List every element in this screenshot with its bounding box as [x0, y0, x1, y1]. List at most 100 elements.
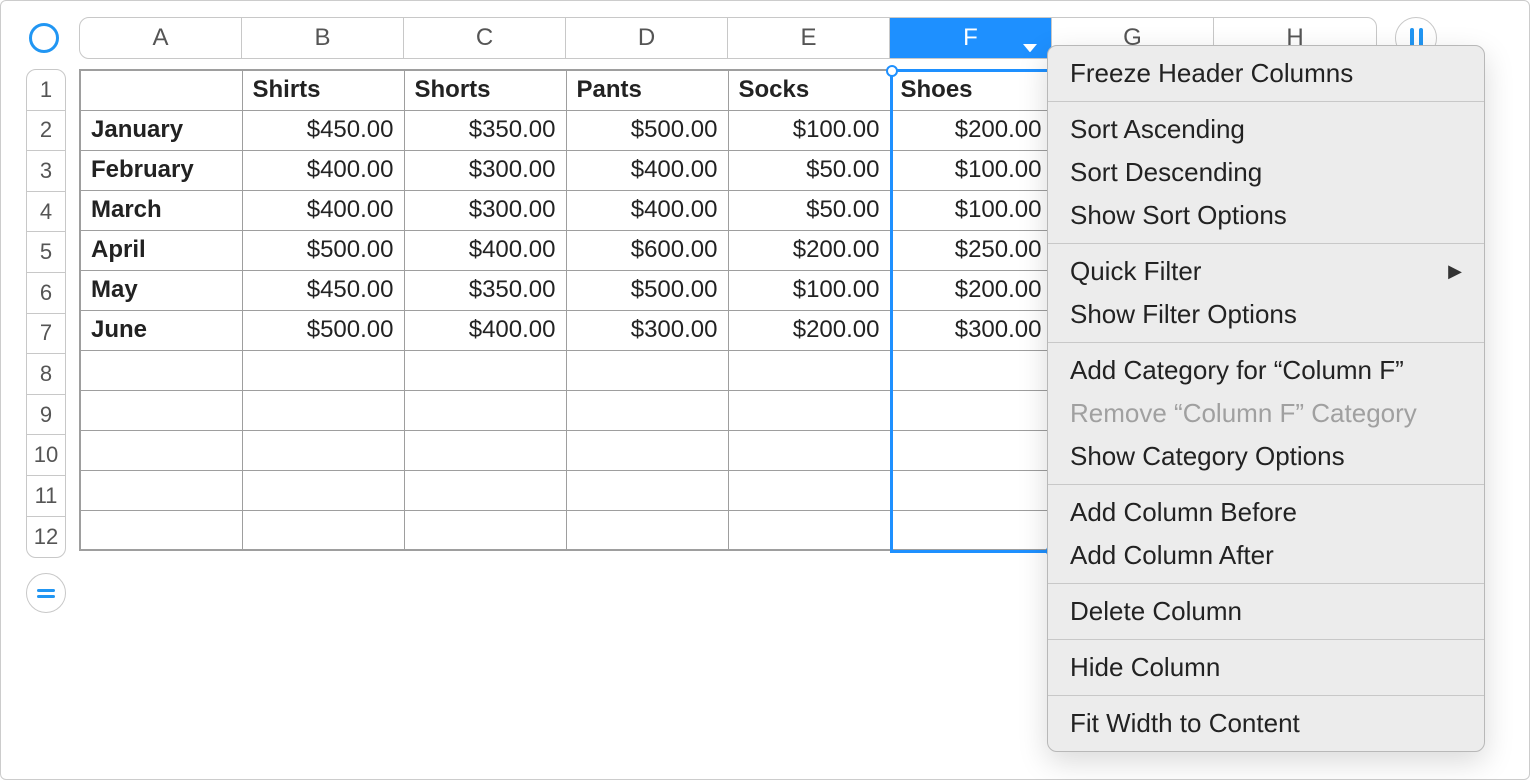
column-header-b[interactable]: B	[242, 18, 404, 58]
row-header-2[interactable]: 2	[27, 111, 65, 152]
data-cell[interactable]: $500.00	[566, 110, 728, 150]
header-cell[interactable]: Shirts	[242, 70, 404, 110]
row-header-1[interactable]: 1	[27, 70, 65, 111]
row-header-6[interactable]: 6	[27, 273, 65, 314]
data-cell[interactable]	[890, 470, 1052, 510]
data-cell[interactable]: $50.00	[728, 190, 890, 230]
header-cell[interactable]: Shoes	[890, 70, 1052, 110]
data-cell[interactable]	[404, 350, 566, 390]
data-cell[interactable]: $100.00	[728, 270, 890, 310]
data-cell[interactable]	[728, 470, 890, 510]
row-header-7[interactable]: 7	[27, 314, 65, 355]
data-cell[interactable]	[566, 470, 728, 510]
menu-hide-column[interactable]: Hide Column	[1048, 646, 1484, 689]
data-cell[interactable]	[404, 510, 566, 550]
data-cell[interactable]	[404, 470, 566, 510]
data-cell[interactable]: $500.00	[242, 230, 404, 270]
menu-show-sort-options[interactable]: Show Sort Options	[1048, 194, 1484, 237]
row-label-cell[interactable]: April	[80, 230, 242, 270]
row-label-cell[interactable]: June	[80, 310, 242, 350]
data-cell[interactable]	[404, 430, 566, 470]
add-row-handle[interactable]	[26, 573, 66, 613]
column-header-d[interactable]: D	[566, 18, 728, 58]
column-header-e[interactable]: E	[728, 18, 890, 58]
data-cell[interactable]	[890, 430, 1052, 470]
row-header-9[interactable]: 9	[27, 395, 65, 436]
data-cell[interactable]	[728, 430, 890, 470]
row-header-4[interactable]: 4	[27, 192, 65, 233]
data-cell[interactable]	[242, 430, 404, 470]
data-cell[interactable]: $300.00	[890, 310, 1052, 350]
data-cell[interactable]	[242, 390, 404, 430]
row-label-cell[interactable]	[80, 510, 242, 550]
row-label-cell[interactable]: May	[80, 270, 242, 310]
data-cell[interactable]: $400.00	[404, 310, 566, 350]
data-cell[interactable]: $400.00	[404, 230, 566, 270]
menu-quick-filter[interactable]: Quick Filter ▶	[1048, 250, 1484, 293]
menu-show-filter-options[interactable]: Show Filter Options	[1048, 293, 1484, 336]
data-cell[interactable]: $450.00	[242, 270, 404, 310]
column-header-f[interactable]: F	[890, 18, 1052, 58]
select-all-handle[interactable]	[29, 23, 59, 53]
header-cell[interactable]	[80, 70, 242, 110]
row-header-3[interactable]: 3	[27, 151, 65, 192]
menu-sort-ascending[interactable]: Sort Ascending	[1048, 108, 1484, 151]
data-cell[interactable]: $100.00	[890, 190, 1052, 230]
data-cell[interactable]: $300.00	[404, 190, 566, 230]
data-cell[interactable]	[566, 430, 728, 470]
row-label-cell[interactable]	[80, 350, 242, 390]
data-cell[interactable]	[728, 510, 890, 550]
data-cell[interactable]	[242, 350, 404, 390]
menu-add-column-before[interactable]: Add Column Before	[1048, 491, 1484, 534]
data-cell[interactable]: $100.00	[728, 110, 890, 150]
row-header-8[interactable]: 8	[27, 354, 65, 395]
chevron-down-icon[interactable]	[1023, 31, 1037, 45]
data-cell[interactable]: $450.00	[242, 110, 404, 150]
data-cell[interactable]: $300.00	[566, 310, 728, 350]
row-header-5[interactable]: 5	[27, 232, 65, 273]
data-cell[interactable]	[566, 390, 728, 430]
data-cell[interactable]: $250.00	[890, 230, 1052, 270]
menu-add-column-after[interactable]: Add Column After	[1048, 534, 1484, 577]
data-cell[interactable]: $50.00	[728, 150, 890, 190]
data-cell[interactable]	[566, 510, 728, 550]
data-cell[interactable]	[566, 350, 728, 390]
data-cell[interactable]: $400.00	[242, 190, 404, 230]
data-cell[interactable]	[890, 510, 1052, 550]
header-cell[interactable]: Shorts	[404, 70, 566, 110]
data-cell[interactable]	[890, 350, 1052, 390]
data-cell[interactable]	[242, 470, 404, 510]
data-cell[interactable]: $200.00	[728, 310, 890, 350]
data-cell[interactable]: $200.00	[890, 270, 1052, 310]
data-cell[interactable]: $200.00	[890, 110, 1052, 150]
row-label-cell[interactable]: February	[80, 150, 242, 190]
data-cell[interactable]: $400.00	[566, 190, 728, 230]
row-header-12[interactable]: 12	[27, 517, 65, 558]
row-header-10[interactable]: 10	[27, 435, 65, 476]
data-cell[interactable]	[728, 390, 890, 430]
data-cell[interactable]: $350.00	[404, 270, 566, 310]
data-cell[interactable]: $500.00	[566, 270, 728, 310]
data-cell[interactable]	[404, 390, 566, 430]
data-cell[interactable]: $400.00	[242, 150, 404, 190]
row-label-cell[interactable]: March	[80, 190, 242, 230]
menu-delete-column[interactable]: Delete Column	[1048, 590, 1484, 633]
data-cell[interactable]: $400.00	[566, 150, 728, 190]
data-cell[interactable]	[890, 390, 1052, 430]
data-cell[interactable]: $200.00	[728, 230, 890, 270]
row-label-cell[interactable]	[80, 470, 242, 510]
data-cell[interactable]: $300.00	[404, 150, 566, 190]
menu-fit-width-to-content[interactable]: Fit Width to Content	[1048, 702, 1484, 745]
data-cell[interactable]	[242, 510, 404, 550]
row-header-11[interactable]: 11	[27, 476, 65, 517]
menu-freeze-header-columns[interactable]: Freeze Header Columns	[1048, 52, 1484, 95]
data-cell[interactable]: $350.00	[404, 110, 566, 150]
row-label-cell[interactable]: January	[80, 110, 242, 150]
menu-show-category-options[interactable]: Show Category Options	[1048, 435, 1484, 478]
row-label-cell[interactable]	[80, 430, 242, 470]
header-cell[interactable]: Socks	[728, 70, 890, 110]
column-header-a[interactable]: A	[80, 18, 242, 58]
data-cell[interactable]: $500.00	[242, 310, 404, 350]
column-header-c[interactable]: C	[404, 18, 566, 58]
header-cell[interactable]: Pants	[566, 70, 728, 110]
